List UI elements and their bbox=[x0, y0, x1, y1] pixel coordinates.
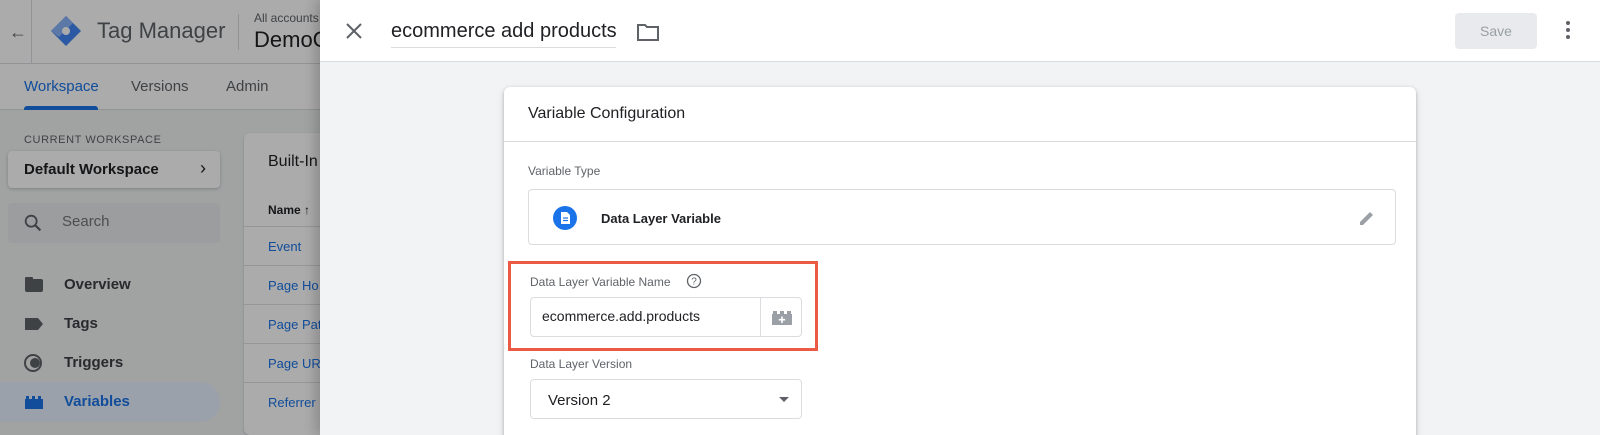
variable-title-input[interactable] bbox=[391, 20, 616, 43]
sheet-header: Save bbox=[320, 0, 1600, 62]
help-icon[interactable]: ? bbox=[686, 273, 702, 289]
document-icon bbox=[553, 206, 577, 230]
dlv-version-select[interactable]: Version 2 bbox=[530, 379, 802, 419]
variable-type-name: Data Layer Variable bbox=[601, 211, 721, 226]
variable-type-selector[interactable]: Data Layer Variable bbox=[528, 189, 1396, 245]
overlay-scrim[interactable] bbox=[0, 0, 320, 435]
variable-type-label: Variable Type bbox=[528, 164, 601, 178]
variable-picker-button[interactable] bbox=[760, 298, 802, 336]
variable-editor-sheet: Save Variable Configuration Variable Typ… bbox=[320, 0, 1600, 435]
close-icon[interactable] bbox=[342, 19, 366, 43]
dlv-name-field[interactable] bbox=[530, 297, 802, 337]
dlv-name-input[interactable] bbox=[542, 308, 747, 324]
card-header: Variable Configuration bbox=[504, 87, 1416, 142]
more-vert-icon[interactable] bbox=[1563, 19, 1573, 43]
pencil-icon[interactable] bbox=[1357, 208, 1377, 228]
variable-title-field[interactable] bbox=[391, 20, 616, 48]
variables-icon bbox=[772, 311, 792, 325]
variable-configuration-card: Variable Configuration Variable Type Dat… bbox=[504, 87, 1416, 435]
select-value: Version 2 bbox=[548, 392, 611, 409]
dlv-version-label: Data Layer Version bbox=[530, 357, 633, 371]
folder-icon[interactable] bbox=[636, 21, 660, 43]
svg-text:?: ? bbox=[691, 277, 697, 288]
card-title: Variable Configuration bbox=[528, 105, 686, 122]
dlv-name-label: Data Layer Variable Name bbox=[530, 275, 671, 289]
save-button[interactable]: Save bbox=[1455, 13, 1537, 49]
dropdown-arrow-icon bbox=[779, 397, 789, 402]
